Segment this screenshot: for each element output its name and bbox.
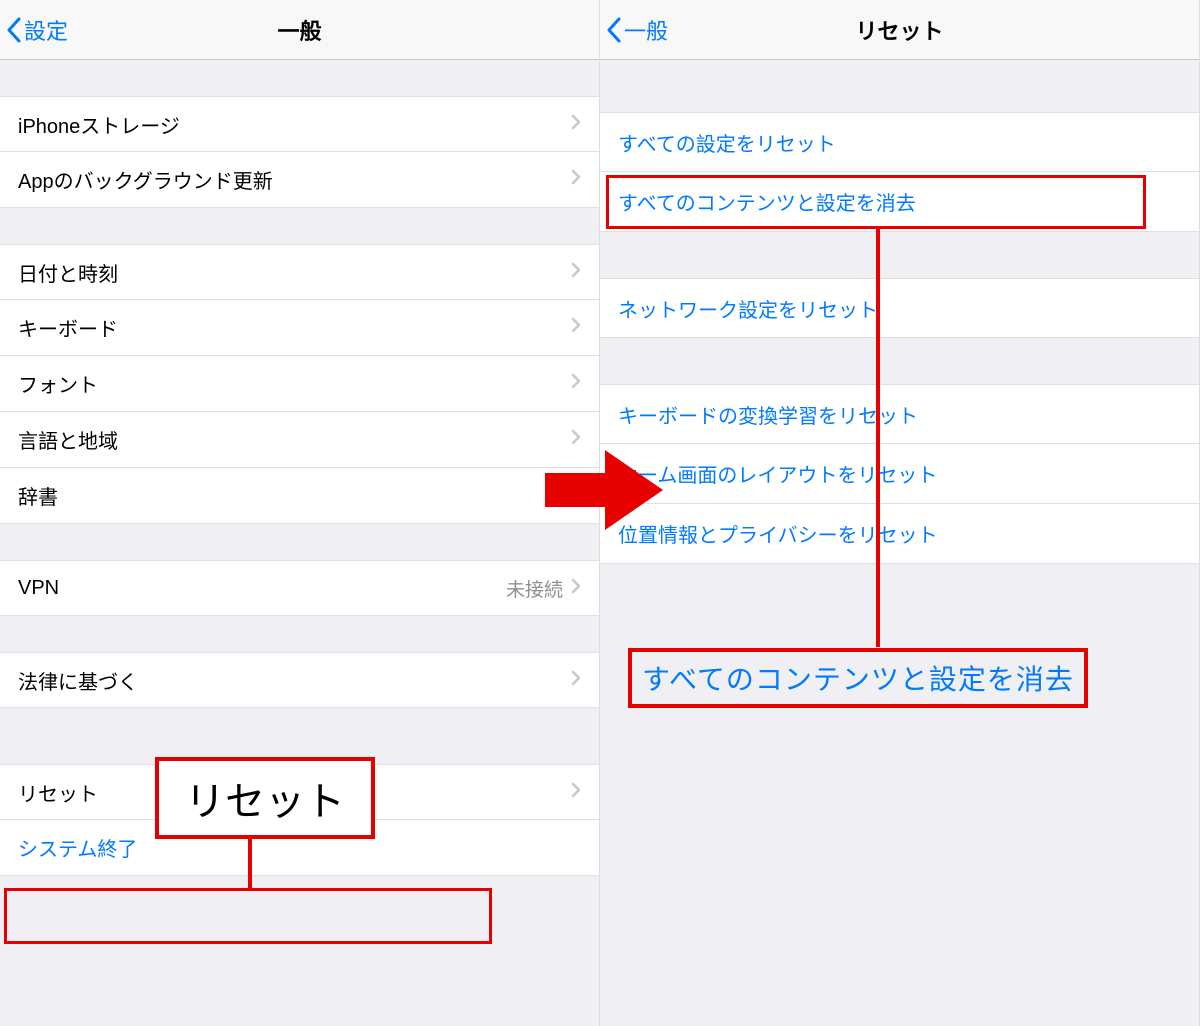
navbar-reset: 一般 リセット	[600, 0, 1199, 60]
row-label: 法律に基づく	[18, 666, 571, 695]
row-fonts[interactable]: フォント	[0, 356, 599, 412]
row-label: すべての設定をリセット	[618, 128, 836, 157]
row-label: すべてのコンテンツと設定を消去	[618, 187, 916, 216]
row-dictionary[interactable]: 辞書	[0, 468, 599, 524]
chevron-right-icon	[571, 113, 581, 136]
group-gap	[0, 616, 599, 652]
row-reset-keyboard-dict[interactable]: キーボードの変換学習をリセット	[600, 384, 1199, 444]
filler	[600, 564, 1199, 1026]
chevron-right-icon	[571, 781, 581, 804]
screen-reset: 一般 リセット すべての設定をリセット すべてのコンテンツと設定を消去 ネットワ…	[600, 0, 1200, 1026]
row-value: 未接続	[506, 575, 563, 602]
row-reset-home-layout[interactable]: ホーム画面のレイアウトをリセット	[600, 444, 1199, 504]
chevron-left-icon	[6, 17, 22, 43]
back-button-general[interactable]: 一般	[600, 14, 676, 46]
row-legal[interactable]: 法律に基づく	[0, 652, 599, 708]
chevron-right-icon	[571, 669, 581, 692]
row-label: 位置情報とプライバシーをリセット	[618, 519, 938, 548]
chevron-right-icon	[571, 261, 581, 284]
group-gap	[600, 232, 1199, 278]
row-language-region[interactable]: 言語と地域	[0, 412, 599, 468]
group-gap	[0, 524, 599, 560]
group-gap	[600, 60, 1199, 112]
annotation-label: リセット	[185, 780, 345, 824]
chevron-left-icon	[606, 17, 622, 43]
row-label: VPN	[18, 577, 506, 600]
row-label: 言語と地域	[18, 425, 571, 454]
row-label: Appのバックグラウンド更新	[18, 165, 571, 194]
row-keyboard[interactable]: キーボード	[0, 300, 599, 356]
back-label: 一般	[624, 14, 668, 46]
row-label: ホーム画面のレイアウトをリセット	[618, 459, 937, 488]
row-label: 日付と時刻	[18, 258, 571, 287]
back-label: 設定	[24, 14, 68, 46]
row-iphone-storage[interactable]: iPhoneストレージ	[0, 96, 599, 152]
row-reset-network[interactable]: ネットワーク設定をリセット	[600, 278, 1199, 338]
group-gap	[0, 208, 599, 244]
annotation-highlight-reset-row	[4, 888, 492, 944]
group-gap	[0, 60, 599, 96]
row-background-app-refresh[interactable]: Appのバックグラウンド更新	[0, 152, 599, 208]
group-gap	[0, 708, 599, 764]
page-title: リセット	[600, 14, 1199, 46]
row-vpn[interactable]: VPN 未接続	[0, 560, 599, 616]
row-reset-all-settings[interactable]: すべての設定をリセット	[600, 112, 1199, 172]
chevron-right-icon	[571, 316, 581, 339]
row-label: iPhoneストレージ	[18, 110, 571, 139]
annotation-callout-erase: すべてのコンテンツと設定を消去	[628, 648, 1088, 708]
row-date-time[interactable]: 日付と時刻	[0, 244, 599, 300]
row-label: フォント	[18, 369, 571, 398]
row-label: キーボード	[18, 313, 571, 342]
row-label: 辞書	[18, 481, 571, 510]
chevron-right-icon	[571, 372, 581, 395]
row-label: キーボードの変換学習をリセット	[618, 400, 918, 429]
annotation-callout-reset: リセット	[155, 757, 375, 839]
group-gap	[600, 338, 1199, 384]
row-reset-location-privacy[interactable]: 位置情報とプライバシーをリセット	[600, 504, 1199, 564]
chevron-right-icon	[571, 577, 581, 600]
row-erase-all-content[interactable]: すべてのコンテンツと設定を消去	[600, 172, 1199, 232]
chevron-right-icon	[571, 168, 581, 191]
page-title: 一般	[0, 14, 599, 46]
annotation-label: すべてのコンテンツと設定を消去	[642, 664, 1074, 695]
chevron-right-icon	[571, 484, 581, 507]
screen-general: 設定 一般 iPhoneストレージ Appのバックグラウンド更新 日付と時刻 キ…	[0, 0, 600, 1026]
row-label: ネットワーク設定をリセット	[618, 294, 878, 323]
back-button-settings[interactable]: 設定	[0, 14, 76, 46]
navbar-general: 設定 一般	[0, 0, 599, 60]
chevron-right-icon	[571, 428, 581, 451]
